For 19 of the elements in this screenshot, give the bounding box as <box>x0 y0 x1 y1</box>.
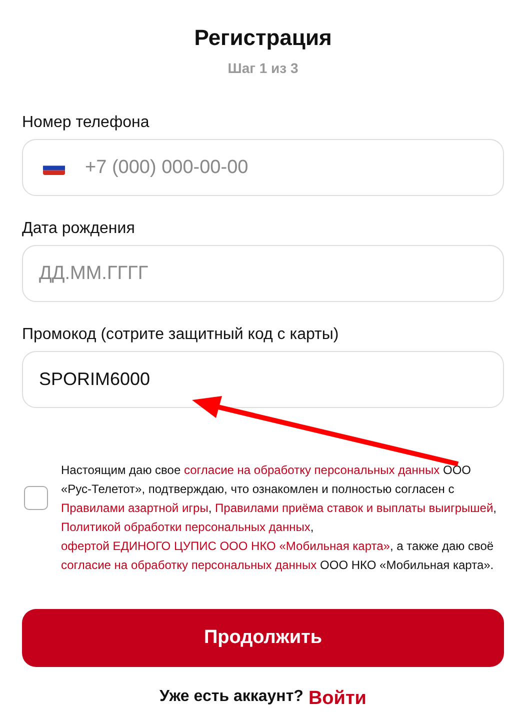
date-field[interactable]: ДД.ММ.ГГГГ <box>22 245 504 302</box>
phone-field[interactable]: +7 (000) 000-00-00 <box>22 139 504 196</box>
consent-text: Настоящим даю свое согласие на обработку персональных данных ООО «Рус-Телетот», подтверждаю, что ознакомлен и полностью согласен с Правилами азартной игры, Правилами приёма ставок и выплаты выигрышей, Политикой обработки персональных данных, офертой ЕДИНОГО ЦУПИС ООО НКО «Мобильная карта», а также даю своё согласие на обработку персональных данных ООО НКО «Мобильная карта». <box>61 462 498 574</box>
field-label: Промокод (сотрите защитный код с карты) <box>22 325 340 345</box>
step-indicator: Шаг 1 из 3 <box>226 59 300 78</box>
page-title: Регистрация <box>193 24 333 52</box>
consent-link[interactable]: Правилами азартной игры <box>61 501 208 515</box>
consent-link[interactable]: согласие на обработку персональных данных <box>61 558 317 572</box>
continue-button[interactable]: Продолжить <box>22 609 504 667</box>
consent-checkbox[interactable] <box>24 486 48 510</box>
login-prompt: Уже есть аккаунт? <box>160 688 304 707</box>
field-label: Дата рождения <box>22 219 136 239</box>
promo-code-field[interactable]: SPORIM6000 <box>22 351 504 408</box>
consent-link[interactable]: согласие на обработку персональных данных <box>184 463 440 477</box>
field-label: Номер телефона <box>22 113 150 133</box>
login-link[interactable]: Войти <box>308 688 366 710</box>
consent-link[interactable]: офертой ЕДИНОГО ЦУПИС ООО НКО «Мобильная карта» <box>61 539 390 553</box>
consent-link[interactable]: Политикой обработки персональных данных <box>61 520 310 534</box>
consent-link[interactable]: Правилами приёма ставок и выплаты выигрышей <box>215 501 494 515</box>
